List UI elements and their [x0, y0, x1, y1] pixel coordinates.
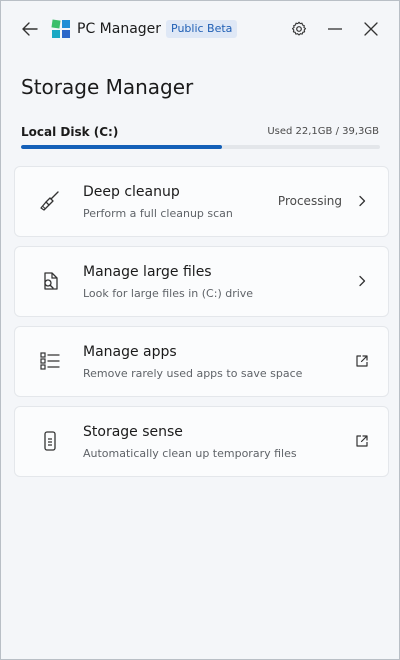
- chevron-right-icon: [359, 275, 366, 287]
- close-icon: [364, 22, 378, 36]
- app-logo: [51, 19, 70, 38]
- card-description: Automatically clean up temporary files: [83, 447, 297, 460]
- disk-label: Local Disk (C:): [21, 125, 119, 139]
- card-description: Perform a full cleanup scan: [83, 207, 233, 220]
- minimize-icon: [328, 28, 342, 30]
- card-title: Deep cleanup: [83, 184, 180, 200]
- card-title: Storage sense: [83, 424, 183, 440]
- disk-usage-fill: [21, 145, 223, 149]
- phone-storage-icon: [44, 431, 56, 451]
- app-title: PC Manager: [77, 21, 162, 37]
- app-window: PC Manager Public Beta Storage Manager L…: [0, 0, 400, 660]
- public-beta-badge: Public Beta: [166, 20, 238, 38]
- manage-apps-card[interactable]: Manage apps Remove rarely used apps to s…: [14, 326, 389, 397]
- app-list-icon: [40, 352, 60, 370]
- open-external-icon: [356, 355, 368, 367]
- broom-icon: [40, 191, 59, 211]
- deep-cleanup-card[interactable]: Deep cleanup Perform a full cleanup scan…: [14, 166, 389, 237]
- settings-button[interactable]: [287, 17, 311, 41]
- open-external-icon: [356, 435, 368, 447]
- minimize-button[interactable]: [323, 17, 347, 41]
- file-search-icon: [44, 272, 58, 290]
- back-button[interactable]: [19, 18, 41, 40]
- chevron-right-icon: [359, 195, 366, 207]
- card-title: Manage large files: [83, 264, 212, 280]
- page-title: Storage Manager: [21, 75, 194, 99]
- card-description: Remove rarely used apps to save space: [83, 367, 303, 380]
- gear-icon: [291, 21, 307, 36]
- close-button[interactable]: [359, 17, 383, 41]
- disk-usage-text: Used 22,1GB / 39,3GB: [267, 126, 379, 137]
- title-bar: PC Manager Public Beta: [1, 1, 399, 57]
- manage-large-files-card[interactable]: Manage large files Look for large files …: [14, 246, 389, 317]
- arrow-left-icon: [22, 22, 38, 36]
- storage-sense-card[interactable]: Storage sense Automatically clean up tem…: [14, 406, 389, 477]
- card-title: Manage apps: [83, 344, 177, 360]
- card-description: Look for large files in (C:) drive: [83, 287, 254, 300]
- card-status: Processing: [277, 194, 342, 208]
- disk-usage-bar: [21, 145, 380, 149]
